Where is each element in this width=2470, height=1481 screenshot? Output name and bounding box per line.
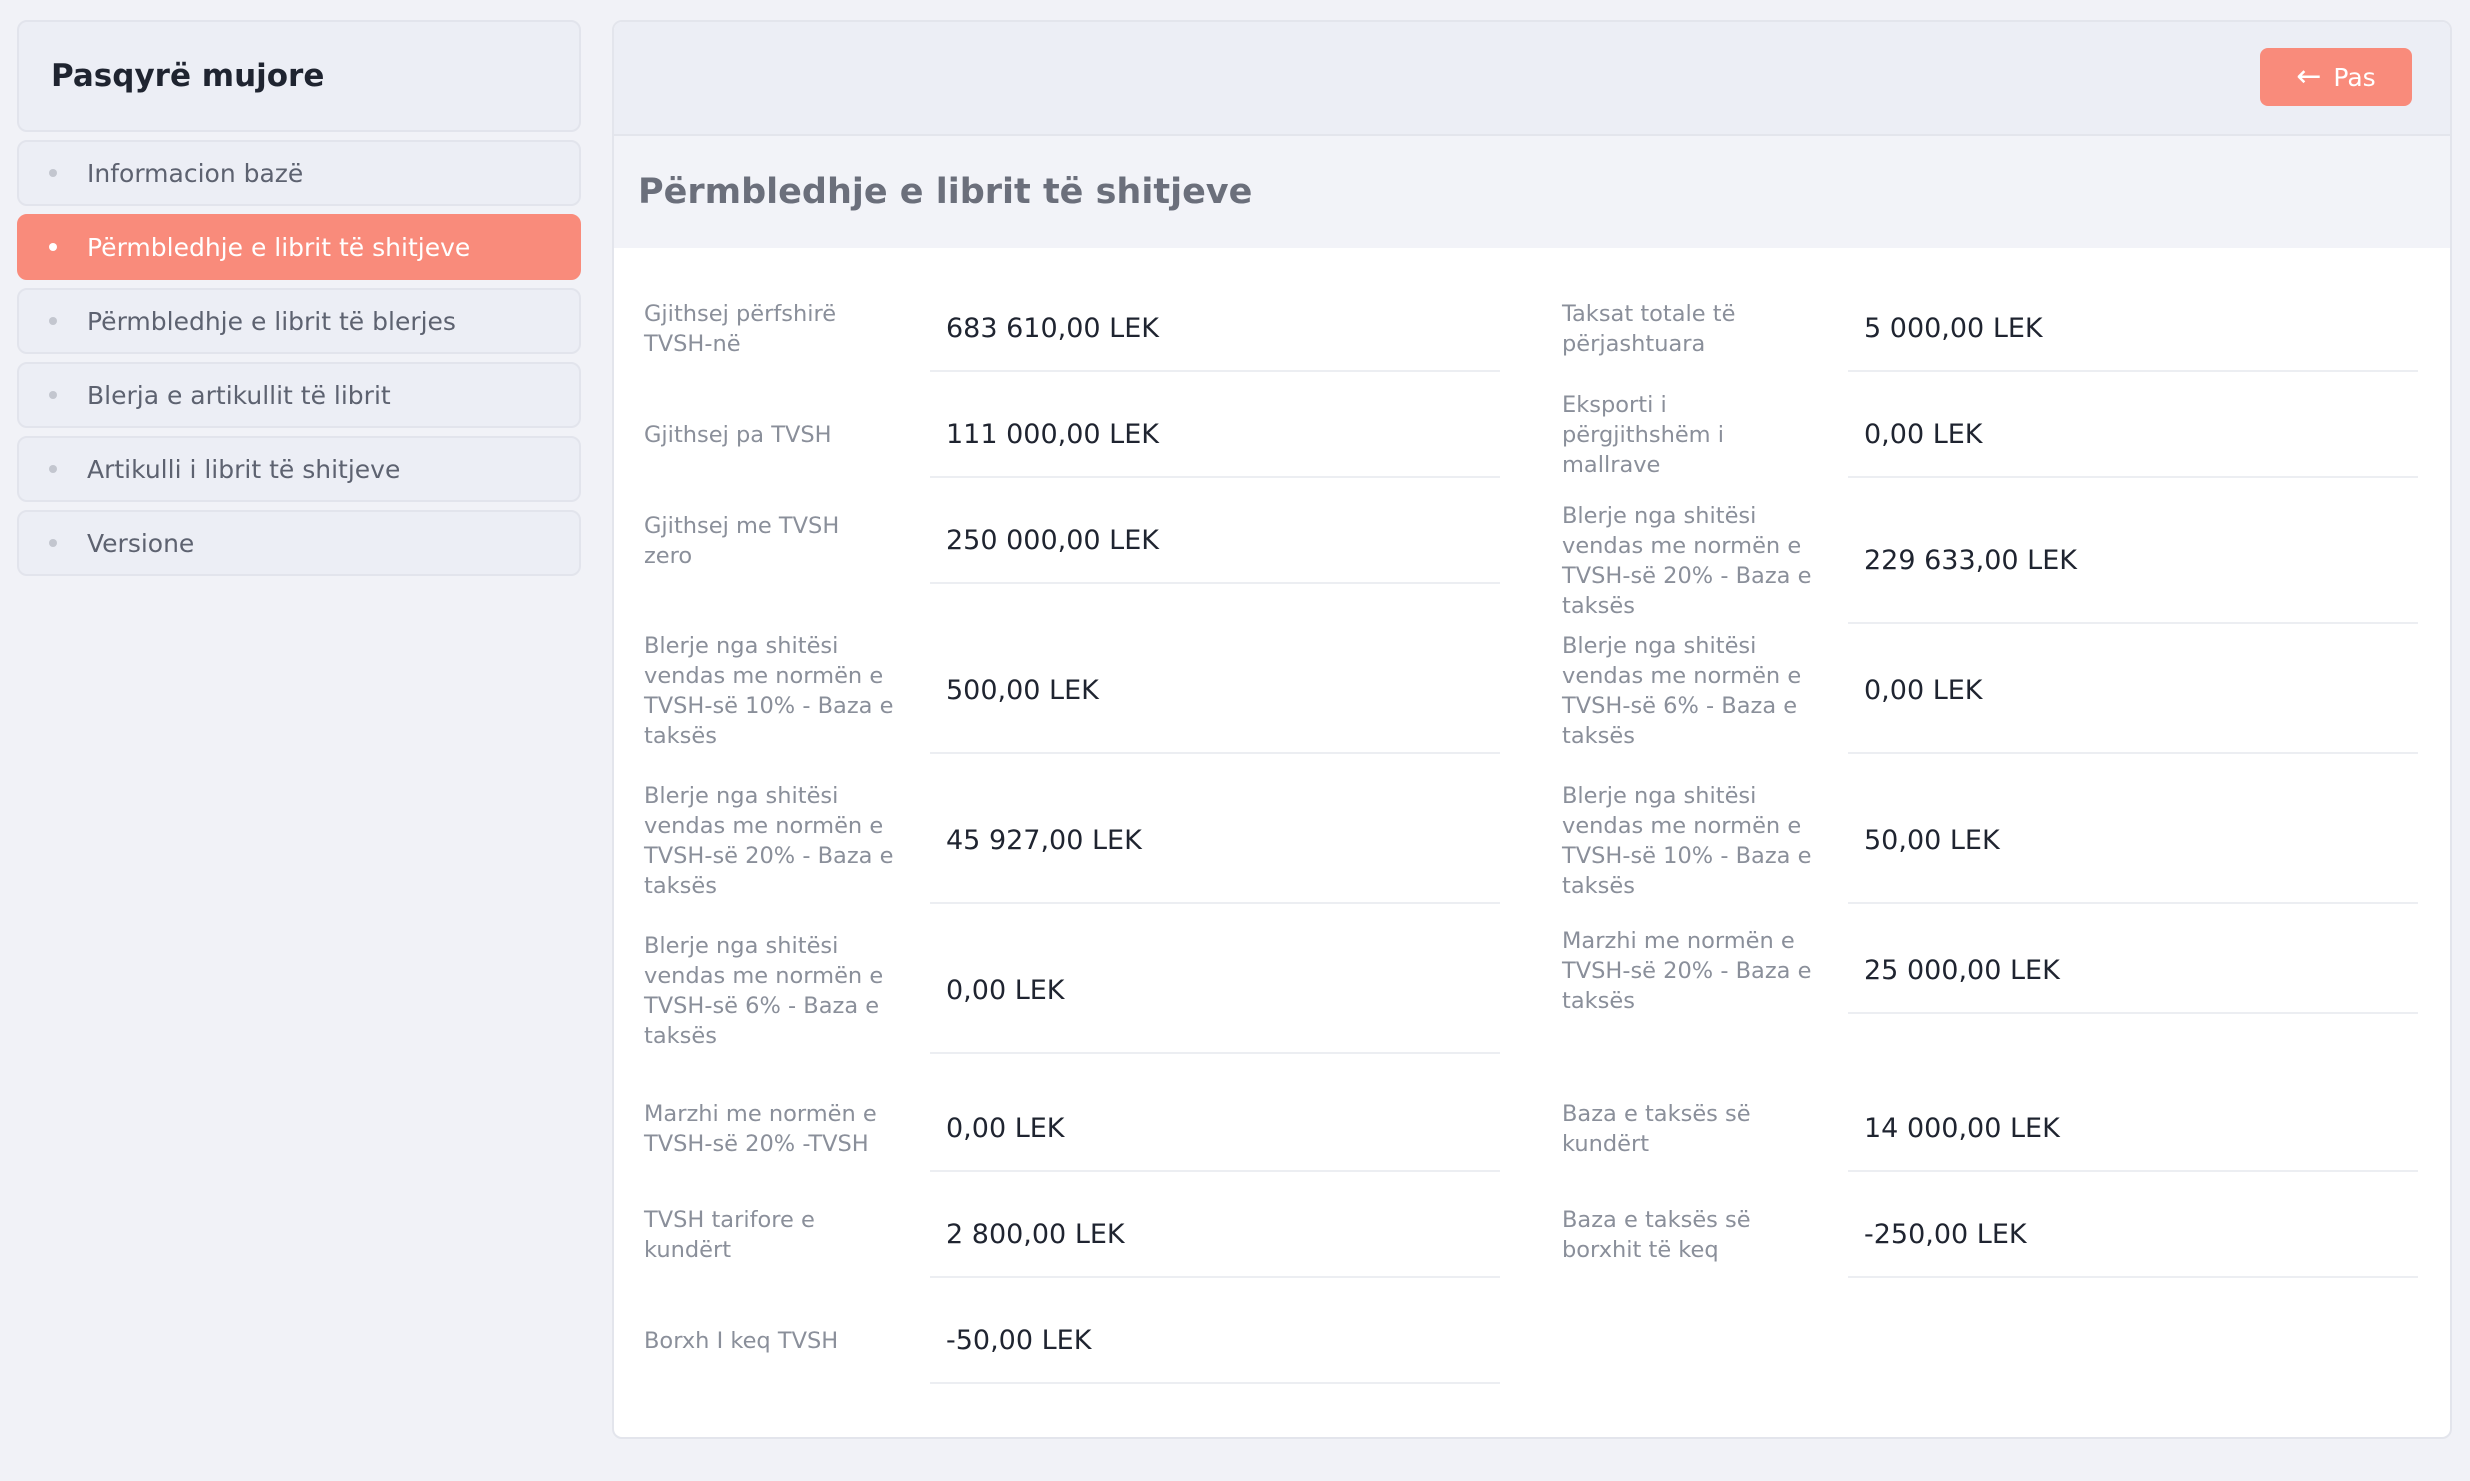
field-value: 500,00 LEK — [930, 628, 1500, 754]
summary-field: Blerje nga shitësi vendas me normën e TV… — [1562, 778, 2418, 904]
field-label: Blerje nga shitësi vendas me normën e TV… — [1562, 783, 1812, 899]
field-value: -250,00 LEK — [1848, 1192, 2418, 1278]
field-value: 5 000,00 LEK — [1848, 286, 2418, 372]
field-label: Taksat totale të përjashtuara — [1562, 301, 1736, 357]
field-label: Baza e taksës së kundërt — [1562, 1101, 1751, 1157]
field-label: Baza e taksës së borxhit të keq — [1562, 1207, 1751, 1263]
sidebar-item-blerja-artikullit[interactable]: Blerja e artikullit të librit — [17, 362, 581, 428]
field-label: Blerje nga shitësi vendas me normën e TV… — [644, 783, 894, 899]
summary-field: Blerje nga shitësi vendas me normën e TV… — [1562, 498, 2418, 624]
sidebar-item-informacion-baze[interactable]: Informacion bazë — [17, 140, 581, 206]
main-card: ← Pas Përmbledhje e librit të shitjeve G… — [612, 20, 2452, 1439]
field-label: TVSH tarifore e kundërt — [644, 1207, 815, 1263]
bullet-icon — [49, 539, 57, 547]
bullet-icon — [49, 317, 57, 325]
field-value: 2 800,00 LEK — [930, 1192, 1500, 1278]
sidebar-item-versione[interactable]: Versione — [17, 510, 581, 576]
back-button-label: Pas — [2333, 62, 2376, 92]
field-value: 50,00 LEK — [1848, 778, 2418, 904]
field-label: Marzhi me normën e TVSH-së 20% - Baza e … — [1562, 928, 1812, 1014]
summary-field: Eksporti i përgjithshëm i mallrave 0,00 L… — [1562, 392, 2418, 478]
field-value: 683 610,00 LEK — [930, 286, 1500, 372]
summary-field: Blerje nga shitësi vendas me normën e TV… — [644, 928, 1500, 1054]
field-value: 0,00 LEK — [930, 1086, 1500, 1172]
summary-field: Baza e taksës së kundërt 14 000,00 LEK — [1562, 1086, 2418, 1172]
bullet-icon — [49, 169, 57, 177]
summary-field: Blerje nga shitësi vendas me normën e TV… — [1562, 628, 2418, 754]
bullet-icon — [49, 391, 57, 399]
section-title: Përmbledhje e librit të shitjeve — [614, 136, 2450, 248]
sidebar-item-label: Përmbledhje e librit të blerjes — [87, 306, 456, 336]
summary-field: Borxh I keq TVSH -50,00 LEK — [644, 1298, 1500, 1384]
field-value: 45 927,00 LEK — [930, 778, 1500, 904]
sidebar-item-label: Përmbledhje e librit të shitjeve — [87, 232, 471, 262]
field-value: -50,00 LEK — [930, 1298, 1500, 1384]
summary-field: Gjithsej me TVSH zero 250 000,00 LEK — [644, 498, 1500, 584]
summary-field: Marzhi me normën e TVSH-së 20% - Baza e … — [1562, 928, 2418, 1014]
sidebar-item-artikulli-shitjeve[interactable]: Artikulli i librit të shitjeve — [17, 436, 581, 502]
arrow-left-icon: ← — [2296, 59, 2322, 94]
field-value: 25 000,00 LEK — [1848, 928, 2418, 1014]
summary-field: Baza e taksës së borxhit të keq -250,00 L… — [1562, 1192, 2418, 1278]
field-label: Blerje nga shitësi vendas me normën e TV… — [644, 633, 894, 749]
sidebar: Pasqyrë mujore Informacion bazë Përmbled… — [17, 20, 581, 584]
sidebar-item-label: Versione — [87, 528, 195, 558]
field-value: 0,00 LEK — [1848, 628, 2418, 754]
field-value: 0,00 LEK — [1848, 392, 2418, 478]
bullet-icon — [49, 465, 57, 473]
field-label: Blerje nga shitësi vendas me normën e TV… — [1562, 633, 1802, 749]
field-label: Eksporti i përgjithshëm i mallrave — [1562, 392, 1724, 478]
field-label: Gjithsej me TVSH zero — [644, 513, 840, 569]
sidebar-title: Pasqyrë mujore — [17, 20, 581, 132]
field-value: 250 000,00 LEK — [930, 498, 1500, 584]
field-label: Blerje nga shitësi vendas me normën e TV… — [644, 933, 884, 1049]
summary-field: Taksat totale të përjashtuara 5 000,00 LE… — [1562, 286, 2418, 372]
bullet-icon — [49, 243, 57, 251]
top-bar: ← Pas — [614, 22, 2450, 136]
field-label: Gjithsej përfshirë TVSH-në — [644, 301, 837, 357]
field-value: 229 633,00 LEK — [1848, 498, 2418, 624]
back-button[interactable]: ← Pas — [2260, 48, 2412, 106]
summary-field: TVSH tarifore e kundërt 2 800,00 LEK — [644, 1192, 1500, 1278]
field-value: 111 000,00 LEK — [930, 392, 1500, 478]
summary-field: Gjithsej përfshirë TVSH-në 683 610,00 LEK — [644, 286, 1500, 372]
summary-field: Blerje nga shitësi vendas me normën e TV… — [644, 778, 1500, 904]
sidebar-item-permbledhje-shitjeve[interactable]: Përmbledhje e librit të shitjeve — [17, 214, 581, 280]
sidebar-item-label: Blerja e artikullit të librit — [87, 380, 391, 410]
sidebar-item-label: Artikulli i librit të shitjeve — [87, 454, 401, 484]
field-label: Borxh I keq TVSH — [644, 1328, 839, 1354]
summary-field: Marzhi me normën e TVSH-së 20% -TVSH 0,00… — [644, 1086, 1500, 1172]
field-label: Marzhi me normën e TVSH-së 20% -TVSH — [644, 1101, 877, 1157]
summary-field: Blerje nga shitësi vendas me normën e TV… — [644, 628, 1500, 754]
field-label: Gjithsej pa TVSH — [644, 422, 832, 448]
sidebar-item-permbledhje-blerjes[interactable]: Përmbledhje e librit të blerjes — [17, 288, 581, 354]
summary-field: Gjithsej pa TVSH 111 000,00 LEK — [644, 392, 1500, 478]
sidebar-item-label: Informacion bazë — [87, 158, 304, 188]
field-value: 0,00 LEK — [930, 928, 1500, 1054]
field-label: Blerje nga shitësi vendas me normën e TV… — [1562, 503, 1812, 619]
field-value: 14 000,00 LEK — [1848, 1086, 2418, 1172]
